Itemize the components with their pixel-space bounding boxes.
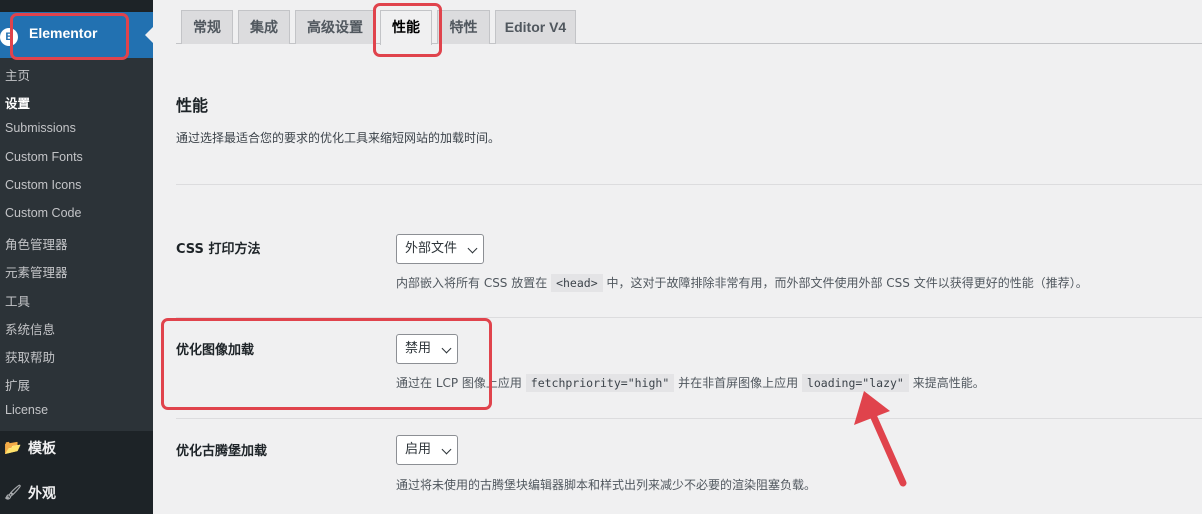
submenu-item-home[interactable]: 主页: [5, 65, 30, 84]
desc-text: 并在非首屏图像上应用: [678, 376, 799, 390]
code-snippet: fetchpriority="high": [525, 374, 675, 392]
submenu-item-custom-code[interactable]: Custom Code: [5, 206, 81, 220]
optimize-image-loading-select[interactable]: 禁用: [396, 334, 459, 364]
code-snippet: <head>: [551, 274, 603, 292]
select-value: 外部文件: [405, 241, 458, 256]
row-divider: [176, 418, 1202, 419]
sidebar-item-elementor[interactable]: E Elementor: [0, 12, 153, 58]
select-value: 禁用: [405, 341, 432, 356]
css-print-method-select[interactable]: 外部文件: [396, 234, 485, 264]
chevron-down-icon: [467, 243, 478, 254]
chevron-down-icon: [441, 343, 452, 354]
folder-icon: 📂: [4, 439, 22, 455]
sidebar-item-label: 外观: [28, 485, 56, 501]
setting-description-css-print-method: 内部嵌入将所有 CSS 放置在 <head> 中，这对于故障排除非常有用，而外部…: [396, 274, 1088, 292]
submenu-item-submissions[interactable]: Submissions: [5, 121, 76, 135]
elementor-logo-icon: E: [0, 28, 18, 46]
submenu-item-custom-fonts[interactable]: Custom Fonts: [5, 150, 83, 164]
submenu-item-custom-icons[interactable]: Custom Icons: [5, 178, 81, 192]
section-description: 通过选择最适合您的要求的优化工具来缩短网站的加载时间。: [176, 131, 501, 145]
tab-integrations[interactable]: 集成: [238, 10, 290, 44]
submenu-item-get-help[interactable]: 获取帮助: [5, 347, 55, 366]
sidebar-submenu: 主页 设置 Submissions Custom Fonts Custom Ic…: [0, 58, 153, 431]
active-menu-pointer: [145, 27, 153, 43]
section-title: 性能: [176, 98, 209, 115]
setting-label-optimize-image-loading: 优化图像加载: [176, 343, 255, 358]
submenu-item-role-manager[interactable]: 角色管理器: [5, 234, 68, 253]
setting-label-css-print-method: CSS 打印方法: [176, 242, 261, 257]
select-value: 启用: [405, 442, 432, 457]
tab-general[interactable]: 常规: [181, 10, 233, 44]
sidebar-item-templates[interactable]: 📂 模板: [0, 428, 153, 468]
submenu-item-license[interactable]: License: [5, 403, 48, 417]
paintbrush-icon: 🖌: [4, 484, 22, 500]
submenu-item-addons[interactable]: 扩展: [5, 375, 30, 394]
section-divider: [176, 184, 1202, 185]
desc-text: 通过在 LCP 图像上应用: [396, 376, 522, 390]
setting-label-optimize-gutenberg-loading: 优化古腾堡加载: [176, 444, 268, 459]
sidebar-item-appearance[interactable]: 🖌 外观: [0, 473, 153, 513]
tab-advanced[interactable]: 高级设置: [295, 10, 375, 44]
desc-text: 来提高性能。: [912, 376, 985, 390]
sidebar-item-label: Elementor: [29, 25, 98, 41]
tab-features[interactable]: 特性: [437, 10, 490, 44]
tab-performance[interactable]: 性能: [380, 10, 432, 45]
submenu-item-settings[interactable]: 设置: [5, 93, 30, 112]
desc-text: 中，这对于故障排除非常有用，而外部文件使用外部 CSS 文件以获得更好的性能（推…: [606, 276, 1088, 290]
desc-text: 内部嵌入将所有 CSS 放置在: [396, 276, 548, 290]
row-divider: [176, 317, 1202, 318]
tab-editor-v4[interactable]: Editor V4: [495, 10, 576, 44]
submenu-item-element-manager[interactable]: 元素管理器: [5, 262, 68, 281]
admin-sidebar: E Elementor 主页 设置 Submissions Custom Fon…: [0, 0, 153, 514]
optimize-gutenberg-loading-select[interactable]: 启用: [396, 435, 459, 465]
sidebar-item-label: 模板: [28, 440, 56, 456]
setting-description-optimize-gutenberg-loading: 通过将未使用的古腾堡块编辑器脚本和样式出列来减少不必要的渲染阻塞负载。: [396, 478, 817, 492]
submenu-item-system-info[interactable]: 系统信息: [5, 319, 55, 338]
submenu-item-tools[interactable]: 工具: [5, 291, 30, 310]
annotation-arrow-icon: [854, 391, 907, 487]
highlight-box-image-loading: [161, 318, 492, 410]
chevron-down-icon: [441, 444, 452, 455]
